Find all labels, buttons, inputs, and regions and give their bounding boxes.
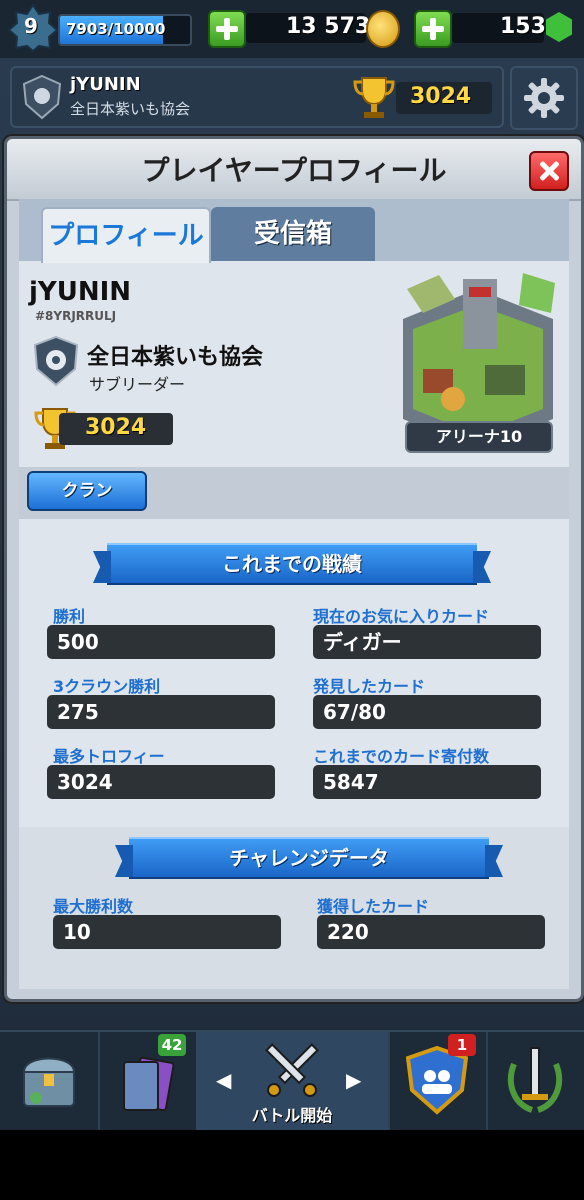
- xp-bar: 7903/10000: [58, 14, 192, 46]
- player-tag: #8YRJRRULJ: [35, 309, 117, 323]
- gems-amount: 153: [500, 14, 546, 39]
- challenge-value: 10: [53, 915, 281, 949]
- nav-tournaments[interactable]: [486, 1032, 584, 1130]
- player-name: jYUNIN: [70, 74, 141, 95]
- right-arrow-icon[interactable]: ▶: [346, 1068, 361, 1092]
- chest-icon: [22, 1057, 76, 1107]
- tab-profile[interactable]: プロフィール: [41, 207, 211, 263]
- modal-title: プレイヤープロフィール: [141, 154, 447, 187]
- gem-icon: [546, 12, 572, 42]
- player-clan: 全日本紫いも協会: [70, 100, 191, 118]
- stat-label: 勝利: [53, 607, 86, 626]
- settings-button[interactable]: [510, 66, 578, 130]
- clan-button[interactable]: クラン: [27, 471, 147, 511]
- stat-label: 最多トロフィー: [53, 747, 165, 766]
- challenge-label: 最大勝利数: [53, 897, 134, 916]
- tab-bar: プロフィール 受信箱: [19, 199, 569, 263]
- challenge-banner: チャレンジデータ: [129, 837, 489, 879]
- clan-role: サブリーダー: [89, 375, 186, 394]
- profile-player-name: jYUNIN: [29, 277, 132, 307]
- close-button[interactable]: [529, 151, 569, 191]
- stat-value: ディガー: [313, 625, 541, 659]
- nav-battle[interactable]: ◀ ▶ バトル開始: [196, 1032, 390, 1130]
- modal-header: プレイヤープロフィール: [7, 139, 581, 201]
- stat-label: 3クラウン勝利: [53, 677, 161, 696]
- challenge-label: 獲得したカード: [317, 897, 430, 916]
- crossed-swords-icon: [265, 1043, 319, 1097]
- level-number: 9: [24, 14, 38, 38]
- stat-label: これまでのカード寄付数: [313, 747, 490, 766]
- cards-icon: [123, 1056, 175, 1112]
- arena-label: アリーナ10: [405, 421, 553, 453]
- nav-clan[interactable]: 1: [388, 1032, 488, 1130]
- stat-value: 3024: [47, 765, 275, 799]
- stat-value: 5847: [313, 765, 541, 799]
- profile-modal: プレイヤープロフィール プロフィール 受信箱 jYUNIN #8YRJRRULJ…: [4, 136, 584, 1002]
- profile-panel: プロフィール 受信箱 jYUNIN #8YRJRRULJ 全日本紫いも協会 サブ…: [19, 199, 569, 989]
- clan-badge: 1: [448, 1034, 476, 1056]
- gold-coin-icon: [366, 10, 400, 48]
- battle-label: バトル開始: [251, 1106, 333, 1125]
- clan-badge-icon: [22, 74, 62, 120]
- stats-banner: これまでの戦績: [107, 543, 477, 585]
- clan-shield-icon: [33, 335, 79, 387]
- arena-image[interactable]: アリーナ10: [393, 269, 561, 455]
- stat-value: 500: [47, 625, 275, 659]
- gold-amount: 13 573: [286, 14, 371, 39]
- clan-shield-nav-icon: [406, 1046, 468, 1115]
- trophy-count: 3024: [410, 84, 472, 109]
- stat-value: 275: [47, 695, 275, 729]
- gear-icon: [524, 78, 564, 118]
- bottom-nav: 42 ◀ ▶ バトル開始 1: [0, 1030, 584, 1130]
- trophy-icon: [353, 77, 395, 118]
- xp-text: 7903/10000: [66, 20, 166, 38]
- laurel-sword-icon: [507, 1047, 563, 1113]
- game-screen: 9 7903/10000 13 573 153 jYUNIN 全日本紫いも協会 …: [0, 0, 584, 1130]
- profile-trophy-bar: 3024: [59, 413, 173, 445]
- nav-cards[interactable]: 42: [98, 1032, 198, 1130]
- profile-trophy-count: 3024: [85, 415, 147, 440]
- left-arrow-icon[interactable]: ◀: [216, 1068, 231, 1092]
- nav-shop[interactable]: [0, 1032, 100, 1130]
- stat-value: 67/80: [313, 695, 541, 729]
- cards-badge: 42: [158, 1034, 186, 1056]
- stat-label: 現在のお気に入りカード: [313, 607, 490, 626]
- player-bar[interactable]: jYUNIN 全日本紫いも協会 3024: [10, 66, 504, 128]
- system-nav-bar: [0, 1130, 584, 1200]
- add-gems-button[interactable]: [414, 10, 452, 48]
- stat-label: 発見したカード: [313, 677, 426, 696]
- profile-clan-name[interactable]: 全日本紫いも協会: [87, 339, 263, 371]
- challenge-value: 220: [317, 915, 545, 949]
- tab-inbox[interactable]: 受信箱: [211, 207, 375, 261]
- top-bar: 9 7903/10000 13 573 153: [0, 0, 584, 58]
- add-gold-button[interactable]: [208, 10, 246, 48]
